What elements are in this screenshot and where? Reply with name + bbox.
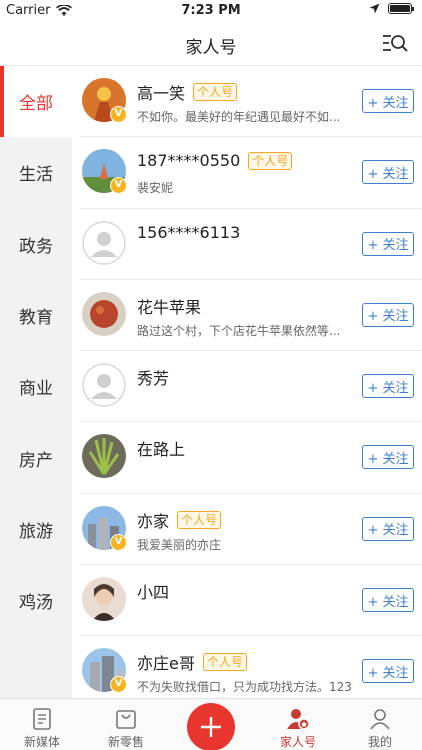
follow-button[interactable]: + 关注 — [362, 445, 414, 470]
personal-tag: 个人号 — [202, 653, 247, 672]
personal-tag: 个人号 — [193, 83, 238, 101]
avatar[interactable] — [82, 577, 126, 622]
account-description: 裴安妮 — [137, 181, 174, 196]
category-label: 商业 — [19, 379, 53, 400]
tab-bar: 新媒体 新零售 家人号 我的 — [0, 698, 422, 750]
follow-button[interactable]: + 关注 — [362, 231, 414, 256]
account-name: 在路上 — [137, 440, 186, 460]
account-description: 不如你。最美好的年纪遇见最好不如... — [137, 110, 341, 124]
list-search-icon[interactable] — [382, 32, 408, 56]
verified-badge-icon: V — [110, 177, 127, 195]
status-right — [369, 3, 414, 14]
name-line: 秀芳 — [137, 365, 169, 389]
personal-tag: 个人号 — [177, 510, 222, 529]
follow-button[interactable]: + 关注 — [362, 302, 414, 327]
account-name: 秀芳 — [137, 369, 170, 389]
list-item[interactable]: 花牛苹果 路过这个村，下个店花牛苹果依然等... + 关注 — [72, 280, 422, 352]
list-item[interactable]: V 高一笑 个人号 不如你。最美好的年纪遇见最好不如... + 关注 — [72, 66, 422, 138]
verified-badge-icon: V — [110, 676, 127, 694]
category-government[interactable]: 政务 — [0, 209, 72, 280]
name-line: 亦家 个人号 — [137, 508, 222, 532]
account-description: 不为失败找借口，只为成功找方法。123 — [137, 680, 352, 695]
follow-button[interactable]: + 关注 — [362, 89, 414, 113]
tab-new-media[interactable]: 新媒体 — [0, 699, 84, 750]
list-item[interactable]: V 187****0550 个人号 裴安妮 + 关注 — [72, 137, 422, 209]
document-icon — [33, 708, 51, 730]
clock: 7:23 PM — [181, 3, 241, 18]
family-account-icon — [287, 709, 310, 730]
category-education[interactable]: 教育 — [0, 280, 72, 351]
name-line: 高一笑 个人号 — [137, 80, 238, 104]
tab-new-retail[interactable]: 新零售 — [84, 699, 168, 750]
category-label: 教育 — [19, 308, 53, 329]
category-label: 旅游 — [19, 521, 53, 542]
account-name: 小四 — [137, 583, 170, 603]
name-line: 花牛苹果 — [137, 294, 201, 318]
shopping-bag-icon — [116, 710, 136, 729]
tab-label: 新零售 — [107, 735, 144, 749]
battery-icon — [388, 3, 414, 14]
tab-label: 新媒体 — [23, 735, 60, 749]
list-item[interactable]: V 亦家 个人号 我爱美丽的亦庄 + 关注 — [72, 494, 422, 566]
list-item[interactable]: 小四 + 关注 — [72, 565, 422, 637]
list-item[interactable]: 在路上 + 关注 — [72, 422, 422, 495]
account-name: 187****0550 — [137, 151, 241, 171]
category-label: 生活 — [19, 165, 53, 186]
follow-button[interactable]: + 关注 — [362, 160, 414, 185]
tab-family-account[interactable]: 家人号 — [256, 699, 340, 750]
account-description: 我爱美丽的亦庄 — [137, 537, 222, 552]
tab-label: 家人号 — [279, 735, 316, 749]
name-line: 亦庄e哥 个人号 — [137, 650, 247, 674]
avatar[interactable] — [82, 291, 126, 336]
list-item[interactable]: 秀芳 + 关注 — [72, 351, 422, 423]
account-name: 高一笑 — [137, 84, 186, 103]
category-life[interactable]: 生活 — [0, 137, 72, 208]
category-label: 房产 — [19, 450, 53, 471]
name-line: 在路上 — [137, 436, 185, 460]
category-sidebar: 全部 生活 政务 教育 商业 房产 旅游 鸡汤 — [0, 66, 72, 698]
personal-tag: 个人号 — [248, 151, 293, 170]
nav-bar: 家人号 — [0, 22, 422, 66]
account-name: 花牛苹果 — [137, 297, 202, 317]
status-bar: Carrier 7:23 PM — [0, 0, 422, 22]
name-line: 187****0550 个人号 — [137, 151, 293, 171]
account-name: 亦庄e哥 — [137, 654, 195, 674]
tab-mine[interactable]: 我的 — [338, 699, 422, 750]
category-all[interactable]: 全部 — [0, 66, 72, 138]
verified-badge-icon: V — [110, 106, 127, 123]
list-item[interactable]: V 亦庄e哥 个人号 不为失败找借口，只为成功找方法。123 + 关注 — [72, 636, 422, 698]
category-travel[interactable]: 旅游 — [0, 494, 72, 565]
add-button[interactable] — [187, 703, 235, 750]
account-list: V 高一笑 个人号 不如你。最美好的年纪遇见最好不如... + 关注 V 187… — [72, 66, 422, 698]
name-line: 156****6113 — [137, 223, 240, 242]
avatar-placeholder[interactable] — [82, 363, 126, 407]
category-inspiration[interactable]: 鸡汤 — [0, 565, 72, 636]
follow-button[interactable]: + 关注 — [362, 659, 414, 684]
category-real-estate[interactable]: 房产 — [0, 422, 72, 493]
follow-button[interactable]: + 关注 — [362, 374, 414, 399]
category-label: 全部 — [19, 94, 53, 115]
avatar[interactable] — [82, 434, 126, 479]
page-title: 家人号 — [185, 38, 237, 58]
tab-label: 我的 — [367, 735, 392, 749]
account-description: 路过这个村，下个店花牛苹果依然等... — [137, 323, 341, 338]
account-name: 156****6113 — [137, 222, 241, 242]
verified-badge-icon: V — [110, 533, 127, 551]
follow-button[interactable]: + 关注 — [362, 588, 414, 613]
account-name: 亦家 — [137, 511, 170, 531]
category-label: 鸡汤 — [19, 593, 53, 614]
user-icon — [370, 709, 390, 730]
category-business[interactable]: 商业 — [0, 351, 72, 422]
list-item[interactable]: 156****6113 + 关注 — [72, 209, 422, 281]
plus-icon — [201, 717, 221, 737]
location-arrow-icon — [369, 3, 380, 14]
category-label: 政务 — [19, 236, 53, 257]
follow-button[interactable]: + 关注 — [362, 516, 414, 541]
name-line: 小四 — [137, 579, 169, 603]
avatar-placeholder[interactable] — [82, 220, 126, 265]
